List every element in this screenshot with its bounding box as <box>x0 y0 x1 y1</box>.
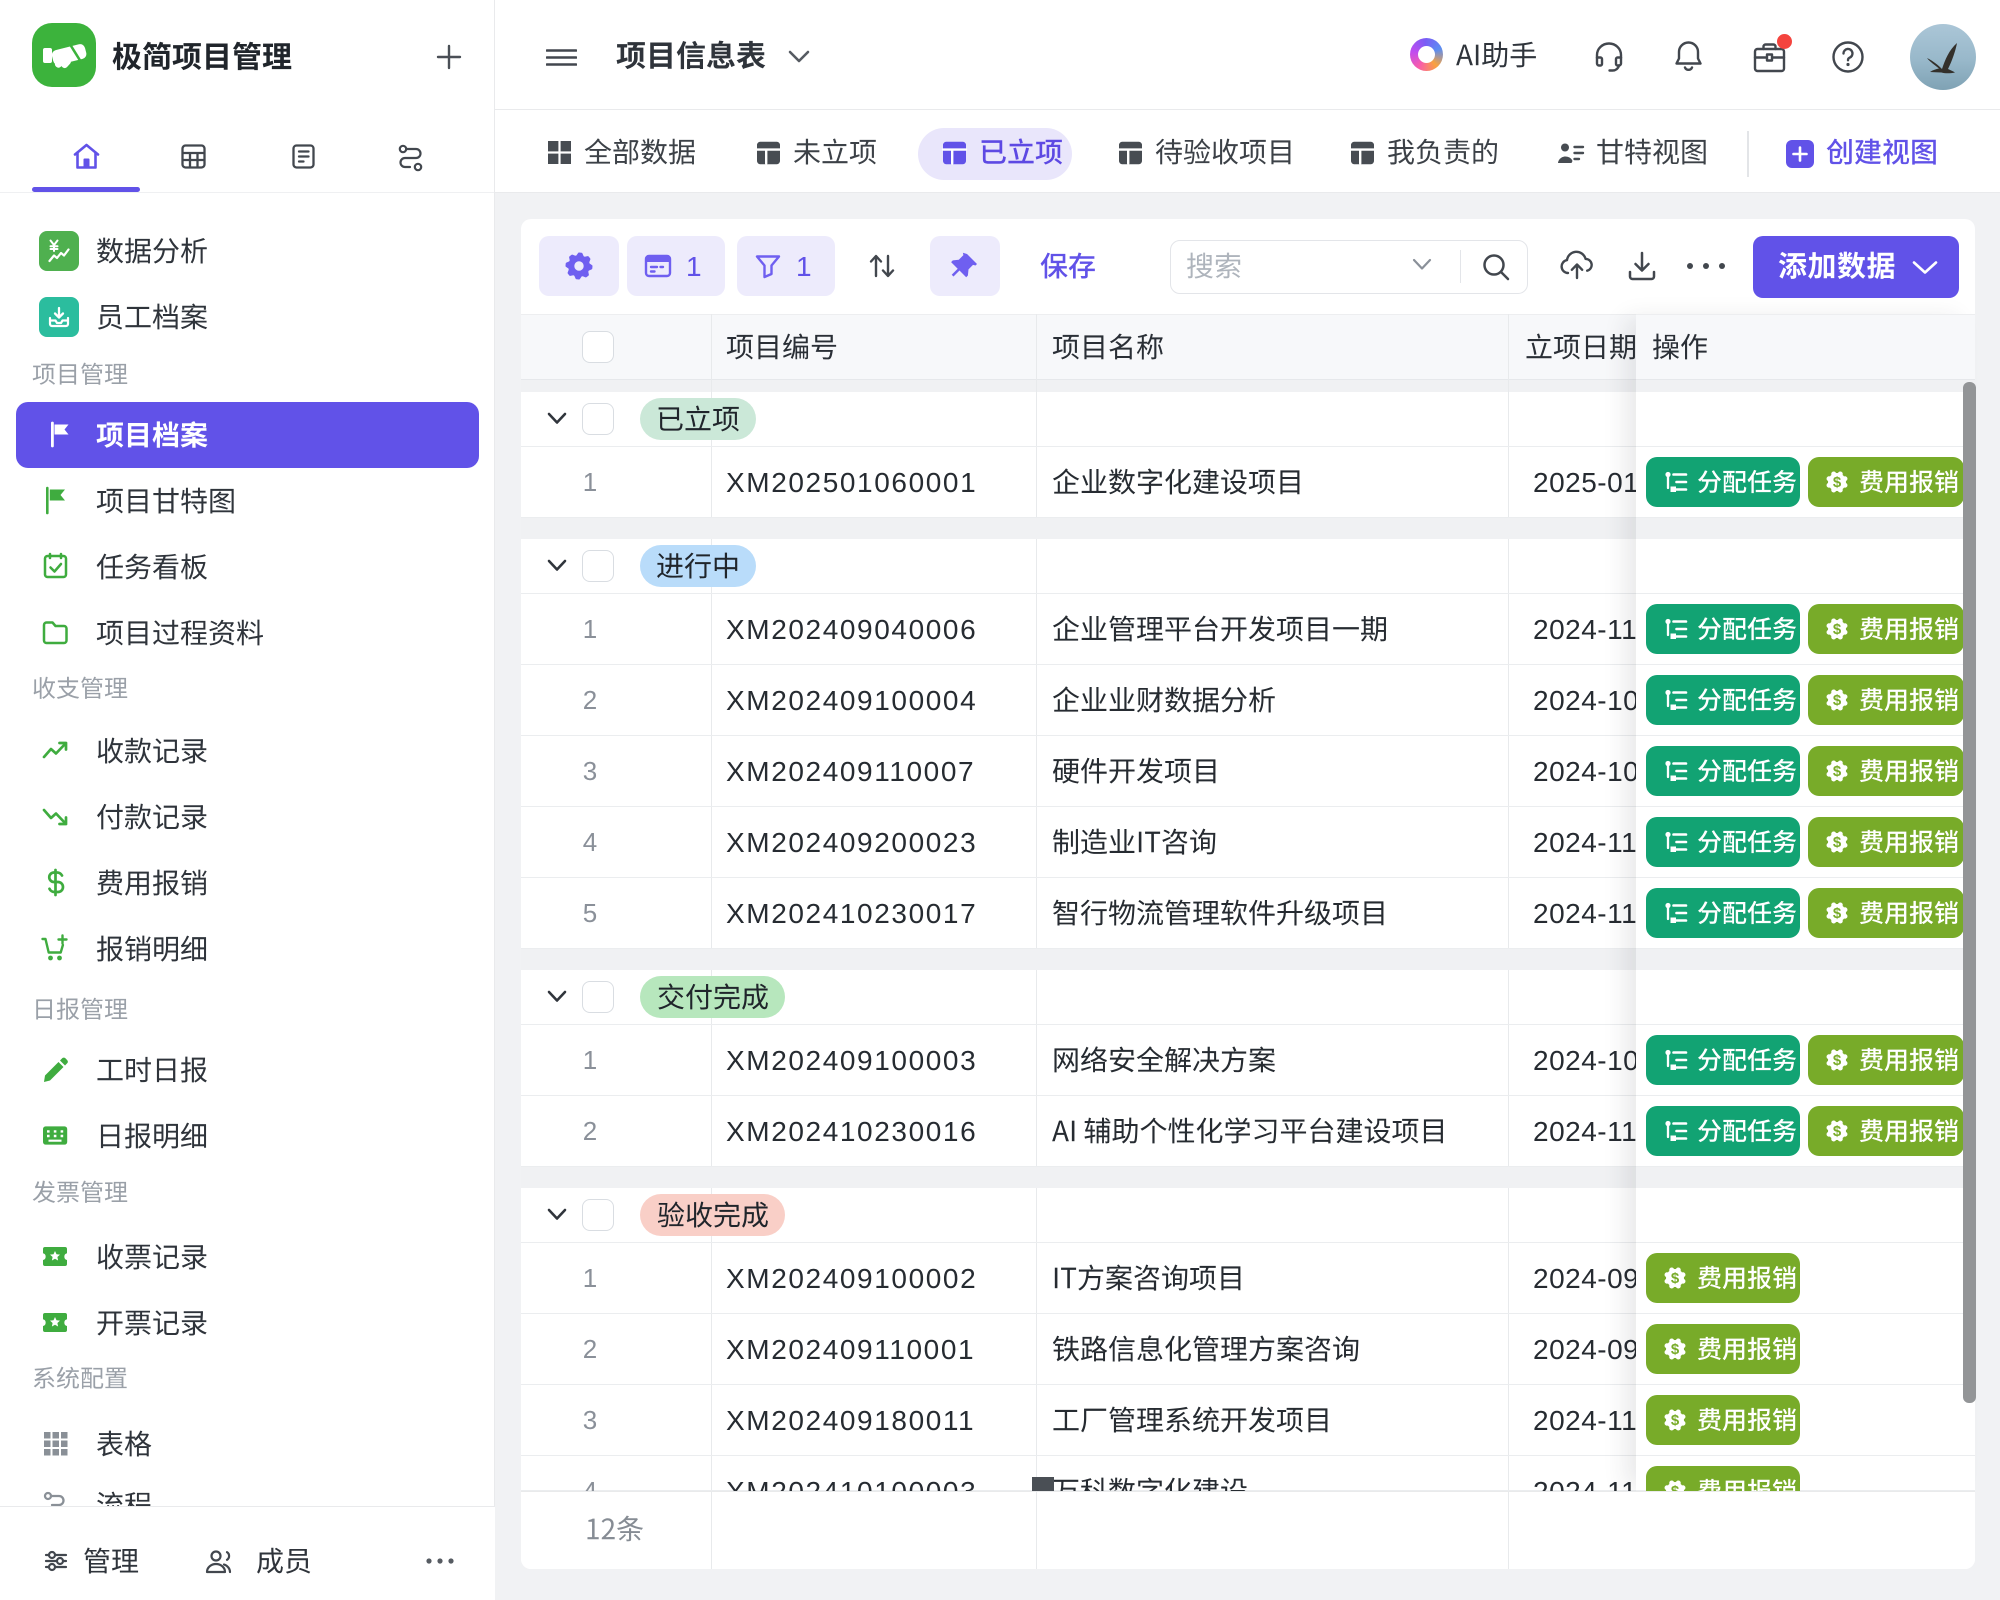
svg-text:$: $ <box>1833 1052 1842 1069</box>
svg-text:$: $ <box>1833 763 1842 780</box>
svg-text:$: $ <box>1671 1341 1680 1358</box>
svg-text:$: $ <box>1671 1270 1680 1287</box>
svg-text:$: $ <box>1833 474 1842 491</box>
svg-text:$: $ <box>1833 834 1842 851</box>
svg-text:$: $ <box>1833 1123 1842 1140</box>
svg-text:$: $ <box>1833 905 1842 922</box>
svg-text:$: $ <box>1671 1412 1680 1429</box>
svg-text:$: $ <box>1833 621 1842 638</box>
svg-text:$: $ <box>1833 692 1842 709</box>
